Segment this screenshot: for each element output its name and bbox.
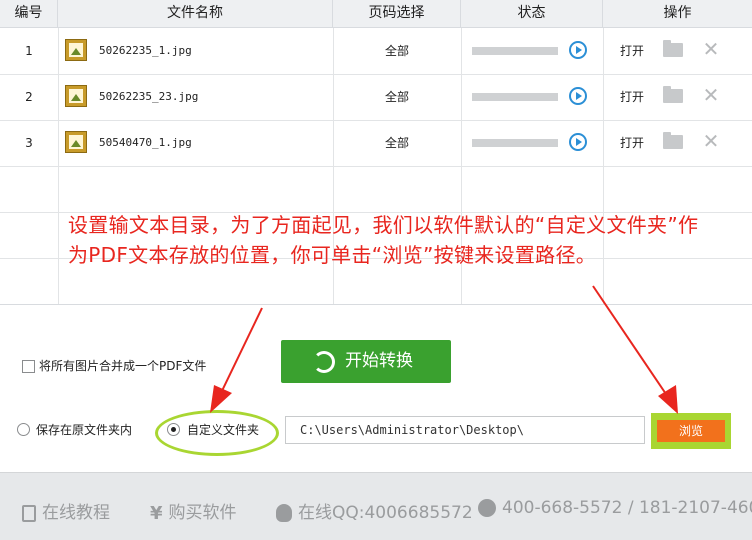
header-number: 编号 [0, 0, 58, 27]
footer-phone-label: 400-668-5572 / 181-2107-4602 [502, 498, 752, 518]
save-original-label: 保存在原文件夹内 [36, 423, 133, 437]
progress-bar [472, 139, 558, 147]
open-button[interactable]: 打开 [620, 120, 650, 166]
footer-bar: 在线教程 ¥ 购买软件 在线QQ:4006685572 400-668-5572 … [0, 472, 752, 540]
footer-tutorial[interactable]: 在线教程 [22, 498, 110, 523]
footer-buy-label: 购买软件 [168, 503, 237, 523]
row-number: 3 [25, 136, 33, 150]
progress-bar [472, 47, 558, 55]
play-icon[interactable] [569, 87, 587, 105]
header-filename: 文件名称 [58, 0, 333, 27]
close-icon[interactable]: ✕ [702, 84, 720, 106]
page-range[interactable]: 全部 [333, 74, 461, 120]
browse-highlight: 浏览 [651, 413, 731, 449]
image-file-icon [65, 39, 87, 61]
footer-buy[interactable]: ¥ 购买软件 [150, 498, 237, 524]
close-icon[interactable]: ✕ [702, 130, 720, 152]
open-button[interactable]: 打开 [620, 28, 650, 74]
image-file-icon [65, 131, 87, 153]
footer-phone[interactable]: 400-668-5572 / 181-2107-4602 [478, 498, 752, 518]
annotation-text: 设置输文本目录，为了方面起见，我们以软件默认的“自定义文件夹”作为PDF文本存放… [68, 213, 699, 267]
browse-button[interactable]: 浏览 [657, 420, 725, 442]
output-path-input[interactable]: C:\Users\Administrator\Desktop\ [285, 416, 645, 444]
file-name: 50262235_23.jpg [99, 90, 199, 103]
page-range[interactable]: 全部 [333, 28, 461, 74]
table-row[interactable]: 3 50540470_1.jpg 全部 打开 ✕ [0, 120, 752, 167]
row-number: 1 [25, 44, 33, 58]
row-number: 2 [25, 90, 33, 104]
open-button[interactable]: 打开 [620, 74, 650, 120]
page-range[interactable]: 全部 [333, 120, 461, 166]
footer-qq-label: 在线QQ:4006685572 [298, 503, 473, 523]
phone-icon [478, 499, 496, 517]
play-icon[interactable] [569, 41, 587, 59]
document-icon [22, 504, 36, 522]
close-icon[interactable]: ✕ [702, 38, 720, 60]
start-convert-label: 开始转换 [345, 351, 413, 371]
footer-qq[interactable]: 在线QQ:4006685572 [276, 498, 473, 523]
merge-pdf-checkbox[interactable] [22, 360, 35, 373]
qq-icon [276, 504, 292, 522]
progress-bar [472, 93, 558, 101]
refresh-icon [313, 351, 335, 373]
file-name: 50262235_1.jpg [99, 44, 192, 57]
options-panel [0, 304, 752, 473]
table-row[interactable]: 2 50262235_23.jpg 全部 打开 ✕ [0, 74, 752, 121]
header-page-range: 页码选择 [333, 0, 461, 27]
folder-icon[interactable] [663, 40, 683, 57]
image-file-icon [65, 85, 87, 107]
save-original-radio[interactable] [17, 423, 30, 436]
folder-icon[interactable] [663, 132, 683, 149]
folder-icon[interactable] [663, 86, 683, 103]
custom-folder-label: 自定义文件夹 [187, 423, 260, 437]
yen-icon: ¥ [150, 502, 163, 524]
file-name: 50540470_1.jpg [99, 136, 192, 149]
custom-folder-radio[interactable] [167, 423, 180, 436]
footer-tutorial-label: 在线教程 [42, 503, 110, 523]
table-header: 编号 文件名称 页码选择 状态 操作 [0, 0, 752, 28]
header-actions: 操作 [663, 5, 692, 21]
table-row[interactable]: 1 50262235_1.jpg 全部 打开 ✕ [0, 28, 752, 75]
merge-pdf-label: 将所有图片合并成一个PDF文件 [39, 359, 207, 373]
header-status: 状态 [461, 0, 603, 27]
play-icon[interactable] [569, 133, 587, 151]
start-convert-button[interactable]: 开始转换 [281, 340, 451, 383]
